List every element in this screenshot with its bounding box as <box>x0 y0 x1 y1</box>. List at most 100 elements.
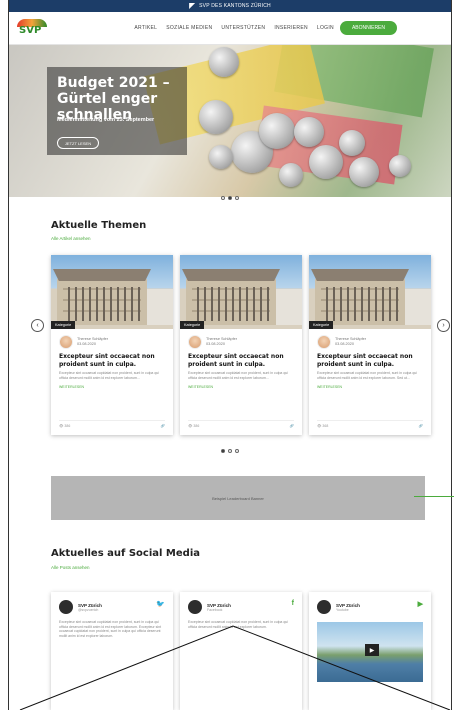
hero-subtitle: Medienmitteilung vom 23. September <box>57 117 155 123</box>
article-author: Therese Schläpfer 03.08.2020 <box>309 329 431 349</box>
video-thumbnail[interactable]: ▶ <box>317 622 423 682</box>
coin <box>259 113 295 149</box>
carousel-dot[interactable] <box>228 449 232 453</box>
post-text: Excepteur sint occaecat cupidatat non pr… <box>59 620 162 638</box>
coin <box>339 130 365 156</box>
facebook-icon[interactable]: f <box>292 600 294 607</box>
article-image: Kategorie <box>309 255 431 329</box>
read-now-button[interactable]: JETZT LESEN <box>57 137 99 149</box>
author-avatar <box>59 335 73 349</box>
top-bar: SVP DES KANTONS ZÜRICH <box>9 0 451 12</box>
social-feed: SVP Zürich @svpzuerich 🐦 Excepteur sint o… <box>51 592 431 710</box>
zurich-flag-icon <box>189 3 196 9</box>
category-badge: Kategorie <box>51 321 76 329</box>
main-navigation: SVP ARTIKEL SOZIALE MEDIEN UNTERSTÜTZEN … <box>9 12 451 45</box>
nav-item-inserieren[interactable]: INSERIEREN <box>274 25 308 31</box>
category-badge: Kategorie <box>180 321 205 329</box>
account-handle: Facebook <box>207 607 223 612</box>
nav-item-unterstuetzen[interactable]: UNTERSTÜTZEN <box>221 25 265 31</box>
article-card[interactable]: Kategorie Therese Schläpfer 03.08.2020 Ex… <box>309 255 431 435</box>
read-more-link[interactable]: WEITERLESEN <box>59 385 165 389</box>
account-avatar <box>59 600 73 614</box>
social-all-link[interactable]: Alle Posts ansehen <box>51 565 90 570</box>
hero-dot[interactable] <box>221 196 225 200</box>
views-count: 👁 368 <box>317 424 329 428</box>
post-header: SVP Zürich Youtube <box>309 592 431 614</box>
account-name: SVP Zürich <box>207 602 231 608</box>
carousel-prev-button[interactable]: ‹ <box>31 319 44 332</box>
twitter-icon[interactable]: 🐦 <box>156 600 165 608</box>
nav-item-login[interactable]: LOGIN <box>317 25 334 31</box>
carousel-next-button[interactable]: › <box>437 319 450 332</box>
read-more-link[interactable]: WEITERLESEN <box>317 385 423 389</box>
article-meta: 👁 368 🔗 <box>317 420 423 428</box>
article-date: 03.08.2020 <box>77 342 97 346</box>
building-illustration <box>182 269 280 325</box>
social-post-card[interactable]: SVP Zürich @svpzuerich 🐦 Excepteur sint o… <box>51 592 173 710</box>
share-icon[interactable]: 🔗 <box>419 424 423 428</box>
article-author: Therese Schläpfer 03.08.2020 <box>51 329 173 349</box>
hero-title: Budget 2021 – Gürtel enger schnallen <box>57 75 170 123</box>
coin <box>209 47 239 77</box>
coin <box>389 155 411 177</box>
themen-all-link[interactable]: Alle Artikel ansehen <box>51 236 91 241</box>
article-meta: 👁 386 🔗 <box>188 420 294 428</box>
read-more-link[interactable]: WEITERLESEN <box>188 385 294 389</box>
banner-label: Beispiel Leaderboard Banner <box>212 495 264 501</box>
annotation-line <box>414 496 454 497</box>
article-date: 03.08.2020 <box>335 342 355 346</box>
nav-item-soziale-medien[interactable]: SOZIALE MEDIEN <box>166 25 212 31</box>
hero-dot[interactable] <box>235 196 239 200</box>
carousel-pagination <box>9 449 451 453</box>
article-title[interactable]: Excepteur sint occaecat non proident sun… <box>188 353 294 368</box>
account-handle: Youtube <box>336 607 349 612</box>
hero-pagination <box>9 196 451 200</box>
social-post-card[interactable]: SVP Zürich Facebook f Excepteur sint occa… <box>180 592 302 710</box>
youtube-icon[interactable]: ▶ <box>418 600 423 608</box>
carousel-dot[interactable] <box>235 449 239 453</box>
svp-logo[interactable]: SVP <box>15 17 51 39</box>
article-meta: 👁 386 🔗 <box>59 420 165 428</box>
share-icon[interactable]: 🔗 <box>161 424 165 428</box>
nav-item-artikel[interactable]: ARTIKEL <box>134 25 157 31</box>
post-header: SVP Zürich Facebook <box>180 592 302 614</box>
share-icon[interactable]: 🔗 <box>290 424 294 428</box>
views-count: 👁 386 <box>59 424 71 428</box>
article-image: Kategorie <box>180 255 302 329</box>
article-excerpt: Excepteur sint occaecat cupidatat non pr… <box>59 371 160 380</box>
category-badge: Kategorie <box>309 321 334 329</box>
subscribe-button[interactable]: ABONNIEREN <box>339 21 397 35</box>
leaderboard-banner[interactable]: Beispiel Leaderboard Banner <box>51 476 425 520</box>
account-avatar <box>188 600 202 614</box>
carousel-dot-active[interactable] <box>221 449 225 453</box>
top-bar-text: SVP DES KANTONS ZÜRICH <box>199 3 271 9</box>
coin <box>294 117 324 147</box>
views-count: 👁 386 <box>188 424 200 428</box>
author-avatar <box>317 335 331 349</box>
hero-slider: Budget 2021 – Gürtel enger schnallen Med… <box>9 45 451 197</box>
themen-title: Aktuelle Themen <box>51 220 147 231</box>
play-icon[interactable]: ▶ <box>365 644 379 656</box>
social-title: Aktuelles auf Social Media <box>51 548 200 559</box>
account-name: SVP Zürich <box>78 602 102 608</box>
post-text: Excepteur sint occaecat cupidatat non pr… <box>188 620 289 629</box>
social-post-card[interactable]: SVP Zürich Youtube ▶ ▶ <box>309 592 431 710</box>
coin <box>279 163 303 187</box>
author-avatar <box>188 335 202 349</box>
building-illustration <box>53 269 151 325</box>
logo-text: SVP <box>19 25 42 36</box>
article-title[interactable]: Excepteur sint occaecat non proident sun… <box>59 353 165 368</box>
article-excerpt: Excepteur sint occaecat cupidatat non pr… <box>188 371 289 380</box>
article-title[interactable]: Excepteur sint occaecat non proident sun… <box>317 353 423 368</box>
article-carousel: Kategorie Therese Schläpfer 03.08.2020 Ex… <box>51 255 431 435</box>
browser-page: SVP DES KANTONS ZÜRICH SVP ARTIKEL SOZIA… <box>8 0 452 710</box>
article-image: Kategorie <box>51 255 173 329</box>
post-header: SVP Zürich @svpzuerich <box>51 592 173 614</box>
hero-dot-active[interactable] <box>228 196 232 200</box>
article-card[interactable]: Kategorie Therese Schläpfer 03.08.2020 Ex… <box>51 255 173 435</box>
coin <box>349 157 379 187</box>
account-avatar <box>317 600 331 614</box>
article-date: 03.08.2020 <box>206 342 226 346</box>
coin <box>309 145 343 179</box>
article-card[interactable]: Kategorie Therese Schläpfer 03.08.2020 Ex… <box>180 255 302 435</box>
